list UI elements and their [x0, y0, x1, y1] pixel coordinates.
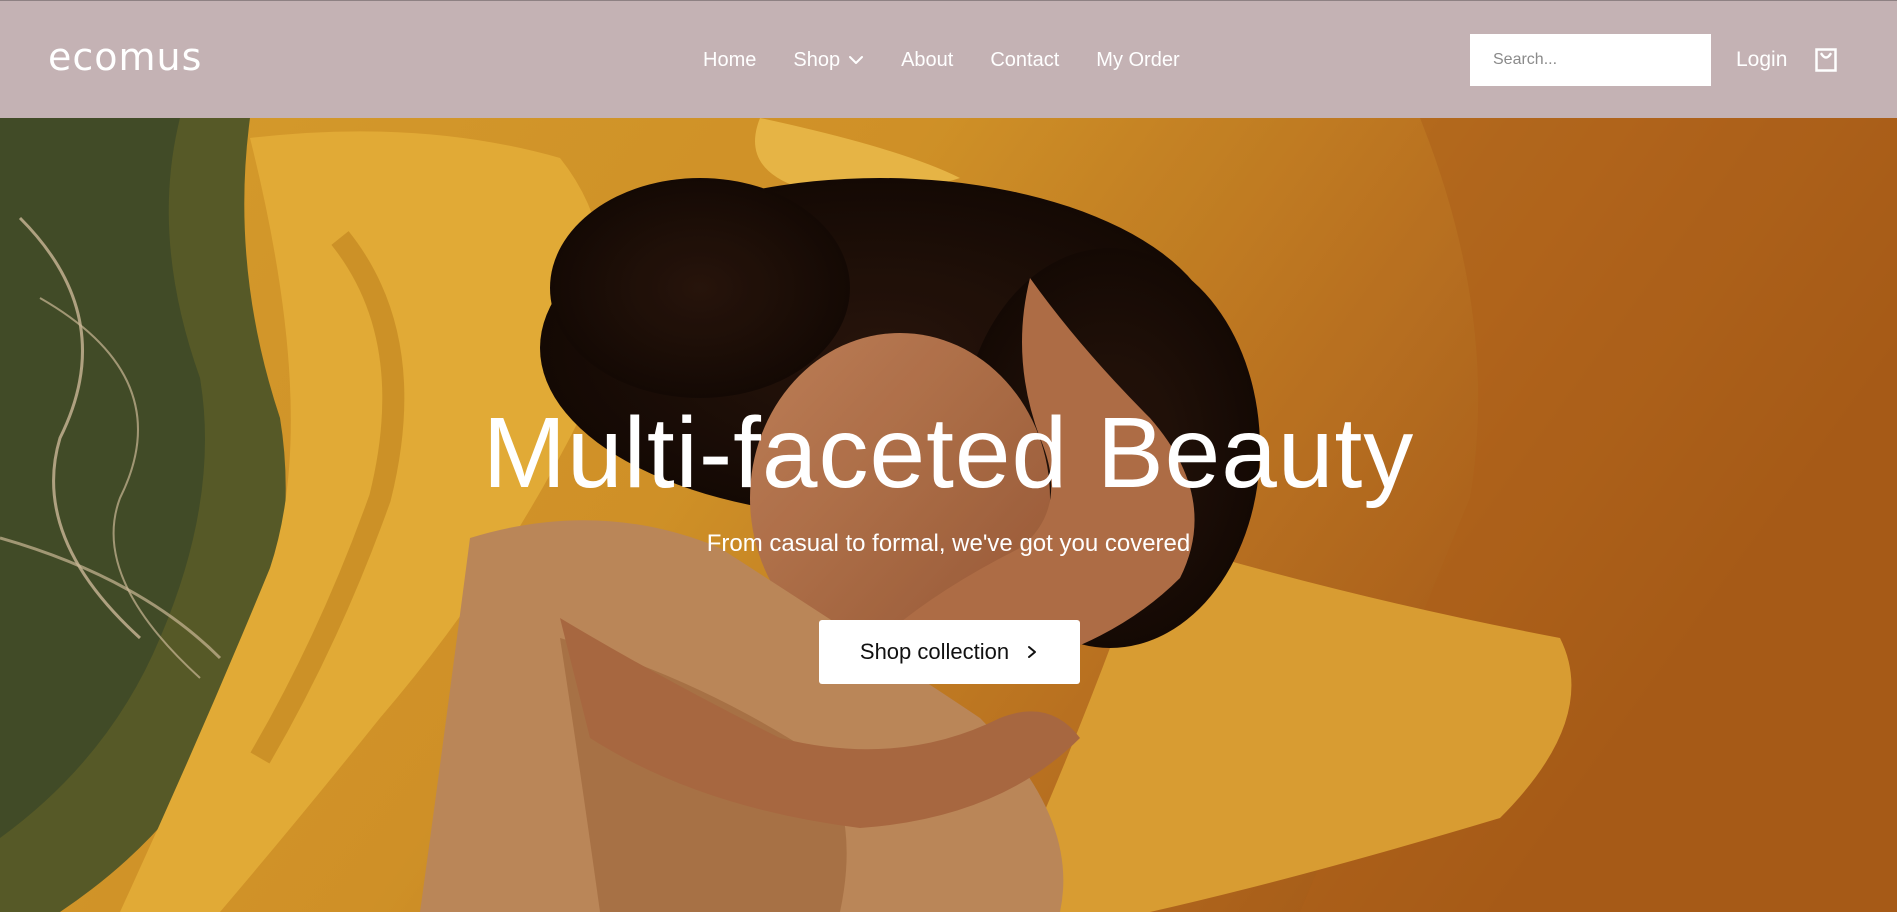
- shopping-bag-icon[interactable]: [1815, 48, 1837, 72]
- nav-item-label: Home: [703, 48, 757, 71]
- nav-item-label: Shop: [793, 48, 841, 71]
- nav-item-label: My Order: [1096, 48, 1180, 71]
- login-link[interactable]: Login: [1736, 1, 1787, 119]
- shop-collection-label: Shop collection: [859, 639, 1010, 664]
- hero-image: [0, 118, 1897, 912]
- hero-title: Multi-faceted Beauty: [482, 397, 1415, 509]
- nav-item-home[interactable]: Home: [703, 49, 756, 72]
- nav-item-shop[interactable]: Shop: [793, 49, 864, 72]
- chevron-right-icon: [1028, 646, 1037, 658]
- nav-item-contact[interactable]: Contact: [990, 49, 1059, 72]
- main-nav: Home Shop About Contact My Order: [703, 1, 1180, 119]
- nav-item-label: About: [901, 48, 954, 71]
- chevron-down-icon: [849, 56, 864, 64]
- page: ecomus Home Shop About Contact My Order: [0, 0, 1897, 912]
- login-label: Login: [1736, 48, 1788, 71]
- nav-item-about[interactable]: About: [901, 49, 953, 72]
- search-input[interactable]: [1470, 34, 1711, 86]
- nav-item-label: Contact: [990, 48, 1060, 71]
- brand-logo[interactable]: ecomus: [48, 35, 224, 79]
- hero-subtitle: From casual to formal, we've got you cov…: [706, 530, 1191, 557]
- site-header: ecomus Home Shop About Contact My Order: [0, 0, 1897, 118]
- shop-collection-button[interactable]: Shop collection: [819, 620, 1080, 684]
- nav-item-my-order[interactable]: My Order: [1096, 49, 1179, 72]
- svg-text:ecomus: ecomus: [48, 35, 202, 79]
- hero-banner: Multi-faceted Beauty From casual to form…: [0, 118, 1897, 912]
